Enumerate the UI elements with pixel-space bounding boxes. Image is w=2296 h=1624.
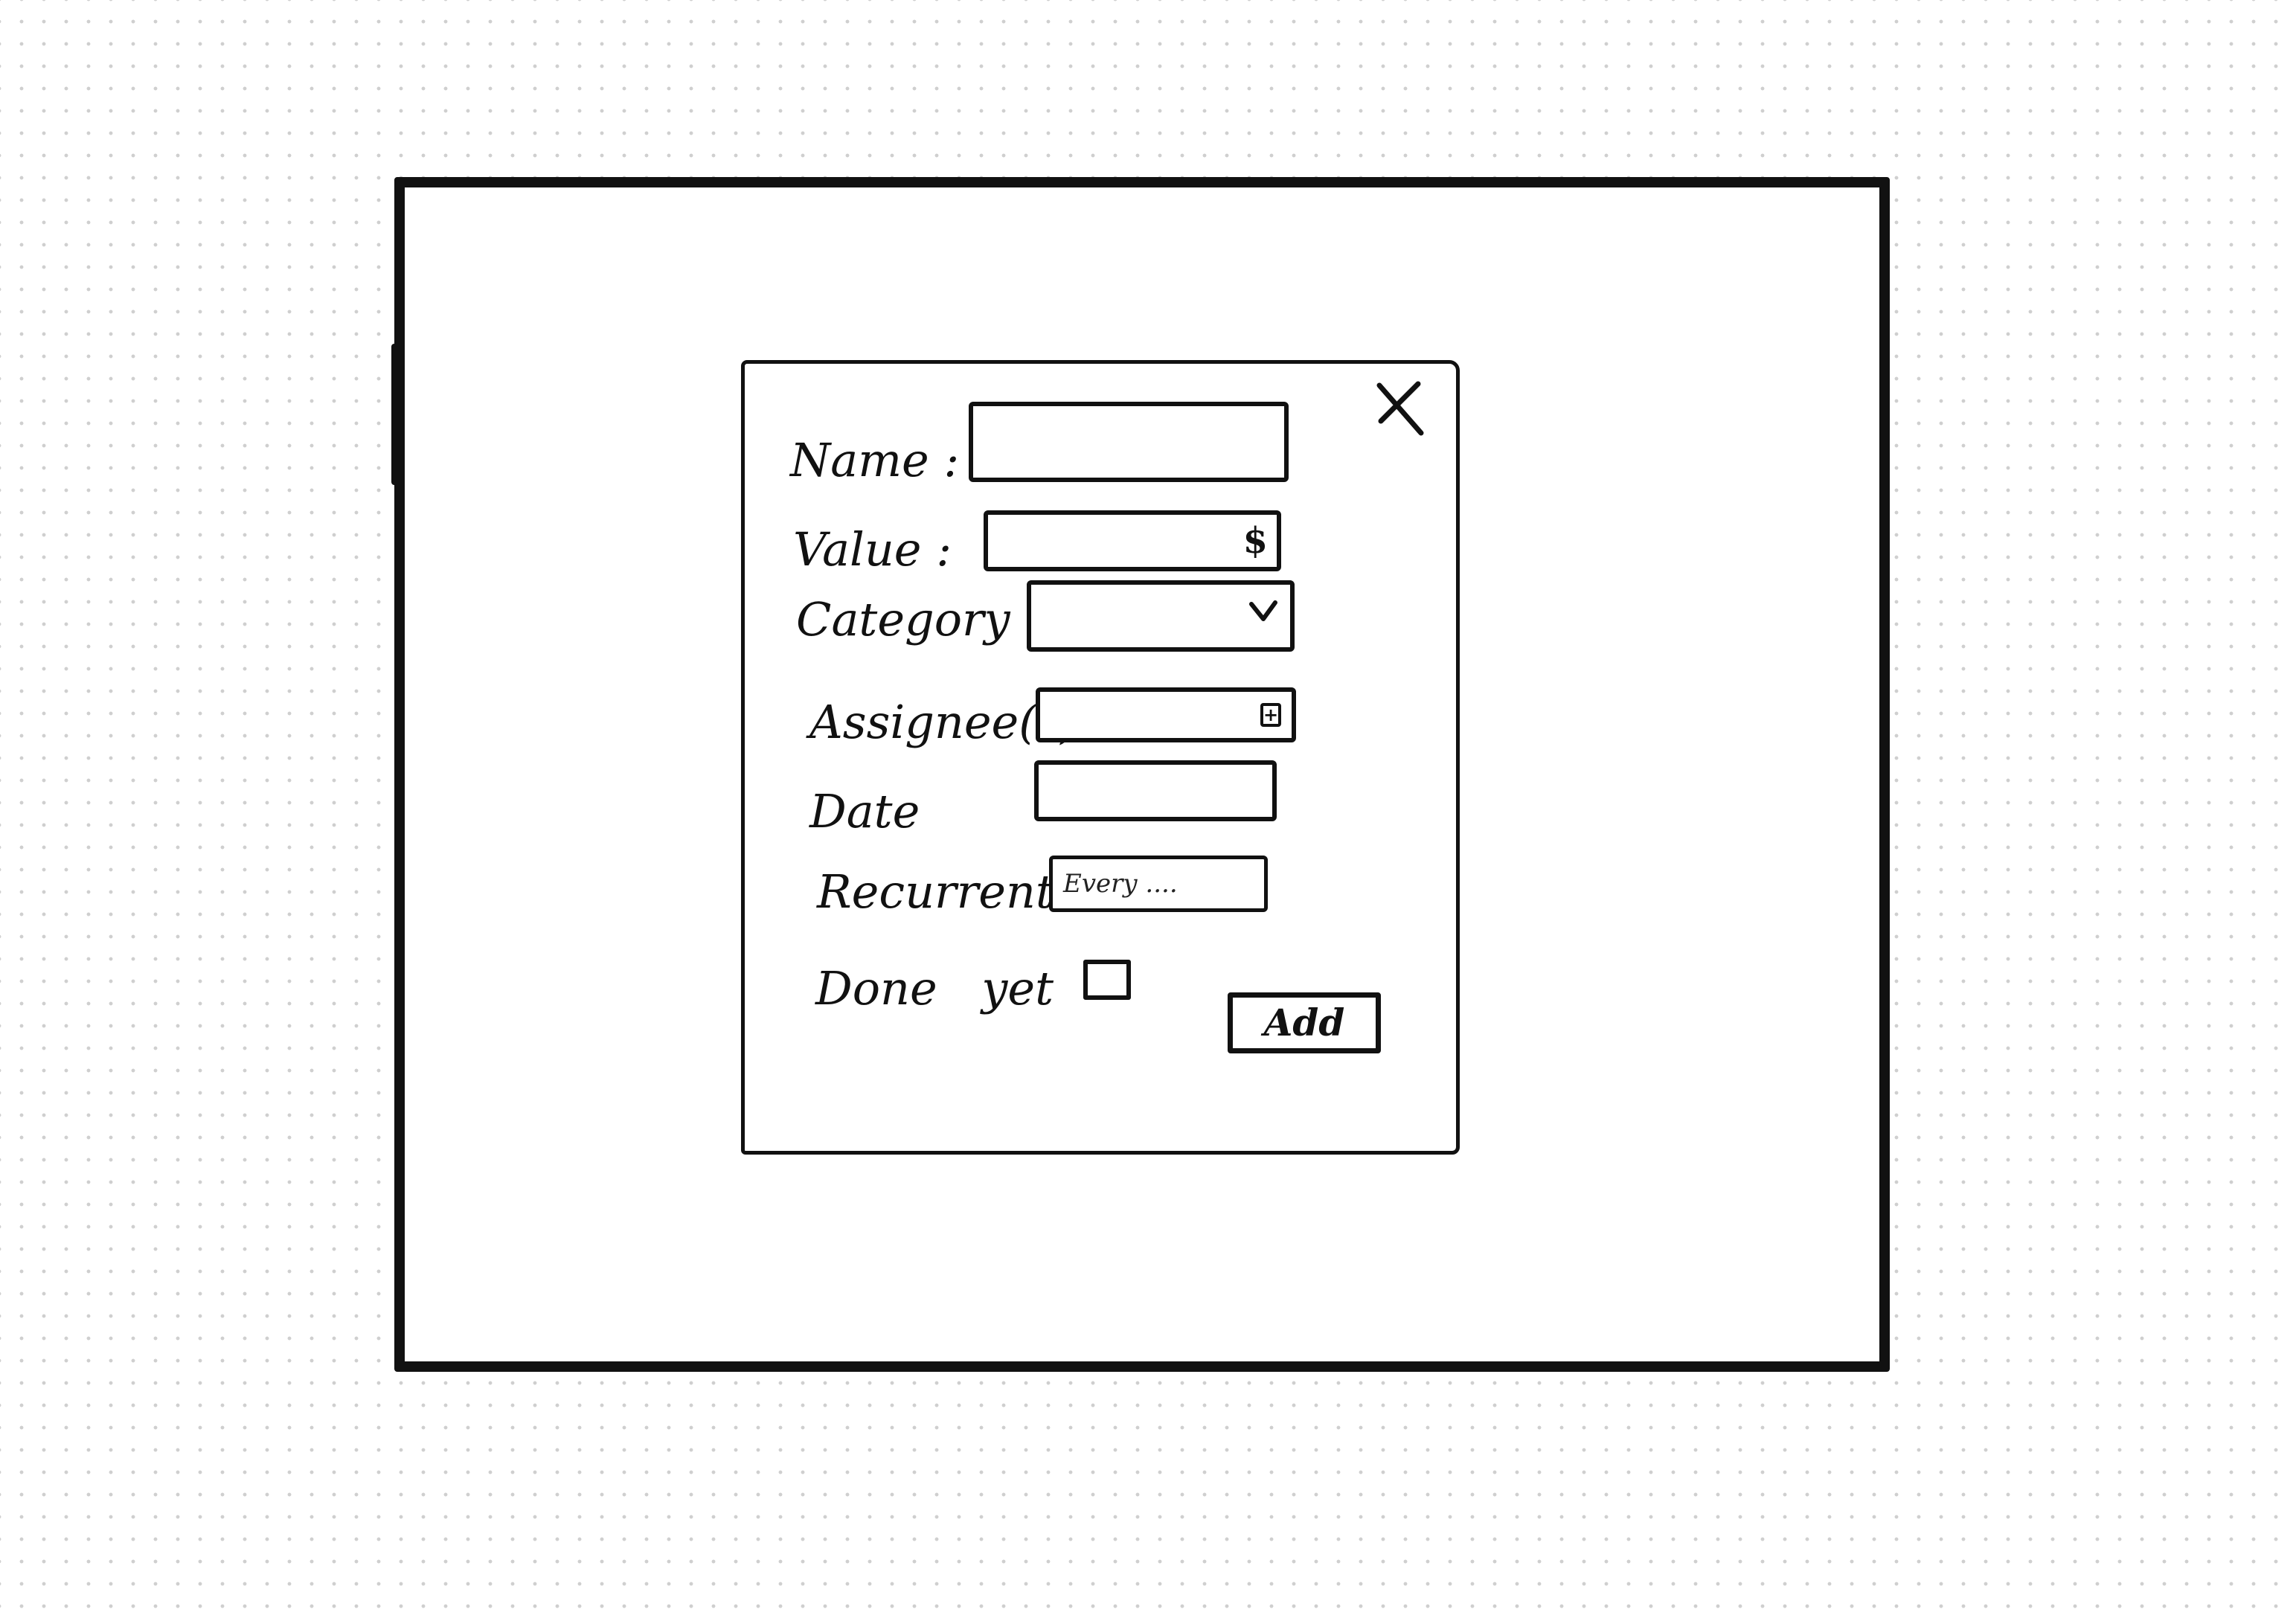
done-yet-label: Done yet	[815, 961, 1054, 1015]
date-label: Date	[809, 784, 920, 838]
done-yet-checkbox[interactable]	[1083, 960, 1131, 1000]
add-button[interactable]: Add	[1228, 992, 1381, 1053]
category-select[interactable]	[1027, 580, 1295, 652]
value-input[interactable]: $	[984, 510, 1281, 571]
name-input[interactable]	[969, 402, 1289, 482]
value-label: Value :	[793, 522, 952, 577]
chevron-down-icon	[1249, 600, 1277, 621]
add-assignee-icon[interactable]: +	[1260, 703, 1281, 727]
close-icon[interactable]	[1375, 381, 1427, 440]
currency-icon: $	[1242, 520, 1268, 562]
recurrent-label: Recurrent	[817, 864, 1054, 919]
window-edge-accent	[391, 344, 397, 485]
recurrent-placeholder: Every ....	[1063, 869, 1178, 899]
date-input[interactable]	[1034, 760, 1277, 821]
category-label: Category :	[796, 592, 1041, 646]
assignees-input[interactable]: +	[1036, 687, 1296, 742]
recurrent-input[interactable]: Every ....	[1049, 856, 1268, 912]
name-label: Name :	[790, 433, 960, 487]
